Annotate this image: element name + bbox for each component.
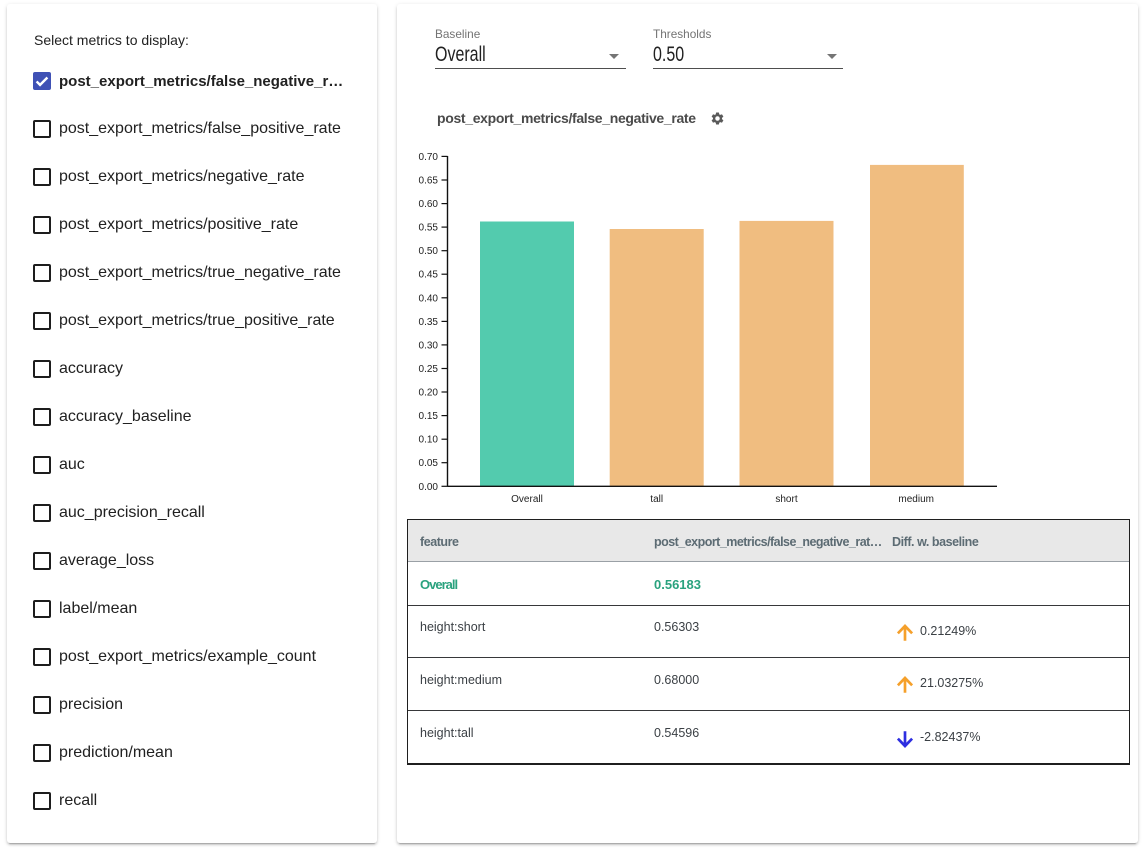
svg-text:0.15: 0.15 (419, 411, 439, 422)
svg-text:0.35: 0.35 (419, 317, 439, 328)
svg-text:medium: medium (898, 494, 934, 505)
svg-text:0.60: 0.60 (419, 199, 439, 210)
svg-text:0.45: 0.45 (419, 270, 439, 281)
svg-text:0.50: 0.50 (419, 246, 439, 257)
svg-text:0.55: 0.55 (419, 223, 439, 234)
svg-text:0.10: 0.10 (419, 435, 439, 446)
svg-text:0.70: 0.70 (419, 152, 439, 163)
svg-text:0.30: 0.30 (419, 340, 439, 351)
svg-text:tall: tall (650, 494, 663, 505)
svg-text:short: short (775, 494, 797, 505)
svg-text:0.05: 0.05 (419, 458, 439, 469)
svg-text:0.25: 0.25 (419, 364, 439, 375)
svg-text:Overall: Overall (511, 494, 543, 505)
svg-text:0.65: 0.65 (419, 176, 439, 187)
svg-text:0.00: 0.00 (419, 482, 439, 493)
svg-text:0.40: 0.40 (419, 293, 439, 304)
svg-text:0.20: 0.20 (419, 388, 439, 399)
